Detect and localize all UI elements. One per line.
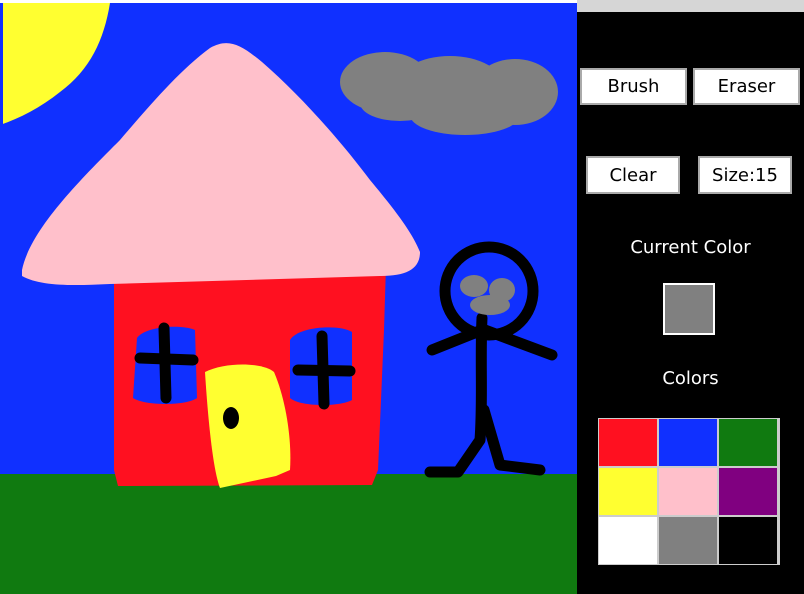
- paint-app: Brush Eraser Clear Size:15 Current Color…: [0, 0, 804, 594]
- house-door: [205, 364, 291, 488]
- right-window: [290, 327, 356, 410]
- palette-swatch[interactable]: [719, 517, 777, 564]
- palette-swatch[interactable]: [599, 468, 657, 515]
- clear-button[interactable]: Clear: [586, 156, 680, 194]
- colors-heading: Colors: [662, 368, 719, 389]
- color-palette: [598, 418, 780, 565]
- brush-size-button[interactable]: Size:15: [698, 156, 792, 194]
- left-window: [133, 322, 199, 404]
- current-color-swatch: [663, 283, 715, 335]
- palette-swatch[interactable]: [719, 419, 777, 466]
- palette-swatch[interactable]: [599, 517, 657, 564]
- palette-swatch[interactable]: [659, 468, 717, 515]
- current-color-heading: Current Color: [630, 237, 751, 258]
- palette-swatch[interactable]: [659, 419, 717, 466]
- palette-swatch[interactable]: [599, 419, 657, 466]
- drawing-canvas[interactable]: [0, 0, 577, 594]
- eraser-button[interactable]: Eraser: [693, 68, 800, 105]
- palette-swatch[interactable]: [719, 468, 777, 515]
- brush-button[interactable]: Brush: [580, 68, 687, 105]
- panel-top-strip: [577, 0, 804, 12]
- palette-swatch[interactable]: [659, 517, 717, 564]
- grass-area: [0, 474, 577, 594]
- tool-panel: Brush Eraser Clear Size:15 Current Color…: [577, 0, 804, 594]
